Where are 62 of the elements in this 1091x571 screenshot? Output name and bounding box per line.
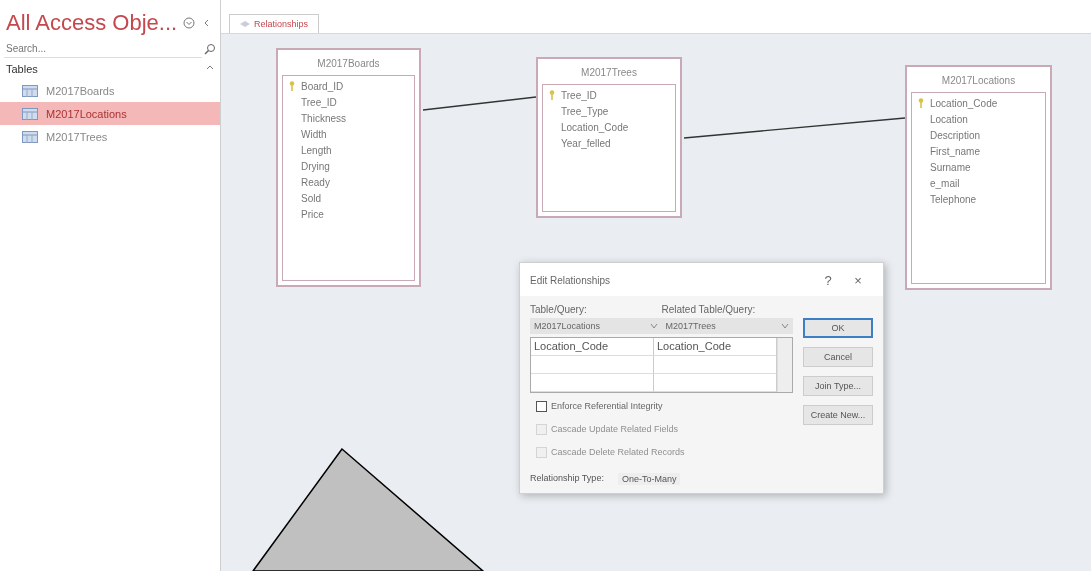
field-name[interactable]: Surname — [930, 161, 971, 173]
table-title: M2017Trees — [580, 66, 638, 80]
table-dropdown[interactable]: M2017Trees — [661, 318, 793, 334]
table-title: M2017Locations — [940, 74, 1017, 88]
grid-cell[interactable] — [531, 374, 654, 392]
table-item[interactable]: M2017Boards — [0, 79, 220, 102]
checkbox-label[interactable]: Enforce Referential Integrity — [551, 401, 663, 411]
field-label: Table/Query: — [530, 304, 588, 315]
grid-cell[interactable]: Location_Code — [531, 338, 654, 356]
field-name[interactable]: Drying — [301, 160, 330, 172]
field-name[interactable]: Telephone — [930, 193, 977, 205]
grid-cell[interactable] — [531, 356, 654, 374]
key-icon — [548, 90, 556, 100]
close-button[interactable]: × — [843, 273, 873, 288]
dialog-title: Edit Relationships — [530, 275, 612, 286]
help-button[interactable]: ? — [813, 273, 843, 288]
field-name[interactable]: Ready — [301, 176, 330, 188]
table-window[interactable]: M2017Trees Tree_ID Tree_Type Location_Code Year_felled — [536, 57, 682, 218]
dialog-button[interactable]: Cancel — [803, 347, 873, 367]
caret-icon — [781, 322, 789, 330]
dialog-button[interactable]: OK — [803, 318, 873, 338]
key-icon — [917, 98, 925, 108]
document-tab[interactable]: Relationships — [229, 14, 320, 33]
field-name[interactable]: Price — [301, 208, 324, 220]
table-icon — [22, 107, 38, 120]
field-name[interactable]: Tree_ID — [561, 89, 597, 101]
field-name[interactable]: Thickness — [301, 112, 346, 124]
table-icon — [22, 130, 38, 143]
table-item[interactable]: M2017Locations — [0, 102, 220, 125]
pane-title[interactable]: All Access Obje... — [6, 10, 178, 36]
table-item[interactable]: M2017Trees — [0, 125, 220, 148]
search-icon[interactable] — [204, 43, 216, 55]
search-field[interactable]: Search... — [4, 40, 202, 58]
field-name[interactable]: First_name — [930, 145, 980, 157]
field-name[interactable]: Location_Code — [561, 121, 629, 133]
collapse-icon[interactable] — [206, 63, 214, 71]
dialog-button[interactable]: Create New... — [803, 405, 873, 425]
field-name[interactable]: Location_Code — [930, 97, 998, 109]
group-header[interactable]: Tables — [6, 63, 38, 75]
table-icon — [22, 84, 38, 97]
field-name[interactable]: Year_felled — [561, 137, 611, 149]
key-icon — [288, 81, 296, 91]
field-name[interactable]: Tree_Type — [561, 105, 609, 117]
field-name[interactable]: Width — [301, 128, 327, 140]
field-name[interactable]: Board_ID — [301, 80, 344, 92]
field-name[interactable]: Location — [930, 113, 968, 125]
table-dropdown[interactable]: M2017Locations — [530, 318, 662, 334]
relationship-type-value: One-To-Many — [617, 473, 681, 485]
field-name[interactable]: Tree_ID — [301, 96, 337, 108]
caret-icon — [649, 322, 658, 330]
table-window[interactable]: M2017Locations Location_Code Location Description First_name Surname e_mail Telephone — [905, 65, 1052, 290]
table-title: M2017Boards — [316, 57, 381, 71]
dialog-button[interactable]: Join Type... — [803, 376, 873, 396]
field-name[interactable]: e_mail — [930, 177, 960, 189]
checkbox[interactable] — [536, 400, 547, 412]
field-label: Related Table/Query: — [661, 304, 757, 315]
scrollbar[interactable] — [777, 338, 792, 392]
field-name[interactable]: Length — [301, 144, 332, 156]
field-name[interactable]: Description — [930, 129, 981, 141]
field-name[interactable]: Sold — [301, 192, 321, 204]
table-window[interactable]: M2017Boards Board_ID Tree_ID Thickness Width Length Drying Ready Sold Price — [276, 48, 421, 287]
field-label: Relationship Type: — [530, 473, 604, 485]
